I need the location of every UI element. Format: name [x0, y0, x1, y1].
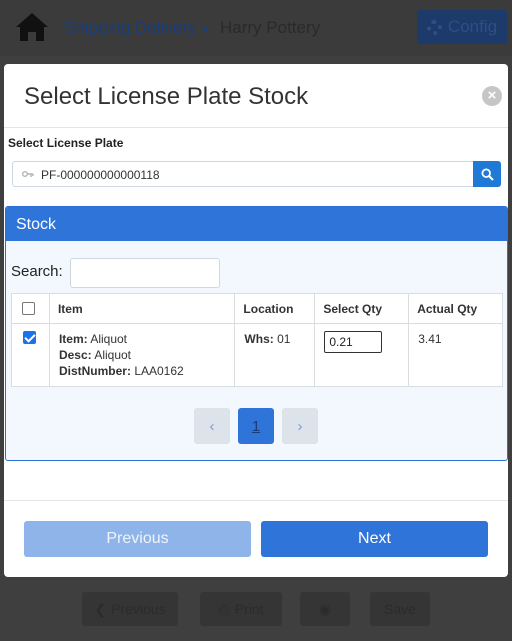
modal-header: Select License Plate Stock × [4, 64, 508, 128]
column-header-actual-qty: Actual Qty [408, 293, 503, 324]
user-name: Harry Pottery [220, 18, 321, 37]
config-button[interactable]: Config [417, 10, 507, 44]
bottom-previous-label: Previous [111, 601, 166, 617]
key-icon [22, 171, 34, 177]
home-icon[interactable] [14, 10, 50, 44]
modal-title: Select License Plate Stock [24, 83, 309, 110]
next-page-button[interactable]: › [282, 408, 318, 444]
breadcrumb-label: Shipping Delivery [64, 18, 197, 37]
select-all-checkbox[interactable] [22, 302, 35, 315]
top-bar: Shipping Delivery ▼ Harry Pottery Config [0, 0, 512, 56]
config-label: Config [447, 17, 498, 36]
column-header-select-qty: Select Qty [314, 293, 410, 324]
whs-label: Whs: [244, 332, 274, 346]
camera-button[interactable]: ◉ [300, 592, 350, 626]
print-button[interactable]: ⎙ Print [200, 592, 282, 626]
gear-icon [426, 19, 442, 35]
column-header-location: Location [234, 293, 316, 324]
search-icon [480, 167, 494, 181]
item-label: Item: [58, 332, 88, 346]
license-plate-search-button[interactable] [473, 161, 501, 187]
save-button[interactable]: Save [370, 592, 430, 626]
row-checkbox-cell [11, 323, 50, 387]
actual-qty-cell: 3.41 [408, 323, 503, 387]
column-header-item: Item [48, 293, 236, 324]
search-label: Search: [11, 263, 63, 280]
whs-value: 01 [277, 332, 291, 346]
item-cell: Item: Aliquot Desc: Aliquot DistNumber: … [48, 323, 236, 387]
license-plate-label: Select License Plate [8, 136, 124, 150]
desc-label: Desc: [58, 348, 92, 362]
stock-table: Item Location Select Qty Actual Qty Item… [11, 293, 503, 387]
desc-value: Aliquot [94, 348, 132, 362]
modal-footer: Previous Next [4, 500, 508, 577]
select-all-cell [11, 293, 50, 324]
license-plate-value: PF-000000000000118 [41, 168, 160, 182]
camera-icon: ◉ [318, 600, 332, 617]
next-button[interactable]: Next [261, 521, 488, 557]
bottom-previous-button[interactable]: ❮ Previous [82, 592, 178, 626]
select-qty-cell [314, 323, 410, 387]
dist-number-label: DistNumber: [58, 364, 131, 378]
previous-button[interactable]: Previous [24, 521, 251, 557]
chevron-left-icon: ❮ [94, 600, 107, 617]
chevron-down-icon: ▼ [200, 24, 212, 36]
license-plate-modal: Select License Plate Stock × Select Lice… [4, 64, 508, 577]
dist-number-value: LAA0162 [134, 364, 184, 378]
table-row: Item: Aliquot Desc: Aliquot DistNumber: … [11, 323, 503, 387]
license-plate-field[interactable]: PF-000000000000118 [12, 161, 474, 187]
stock-heading: Stock [6, 207, 507, 241]
select-qty-input[interactable] [324, 331, 383, 353]
item-value: Aliquot [90, 332, 128, 346]
save-label: Save [384, 601, 416, 617]
stock-panel: Stock Search: Item Location Select Qty A… [5, 206, 508, 461]
print-label: Print [234, 601, 264, 617]
page-button-current[interactable]: 1 [238, 408, 274, 444]
previous-page-button[interactable]: ‹ [194, 408, 230, 444]
breadcrumb[interactable]: Shipping Delivery ▼ [64, 18, 211, 38]
bottom-action-bar: ❮ Previous ⎙ Print ◉ Save [0, 588, 512, 632]
row-checkbox[interactable] [23, 331, 36, 344]
location-cell: Whs: 01 [234, 323, 316, 387]
print-icon: ⎙ [218, 600, 230, 617]
stock-search-input[interactable] [70, 258, 220, 288]
table-header-row: Item Location Select Qty Actual Qty [11, 293, 503, 324]
close-icon[interactable]: × [482, 86, 502, 106]
